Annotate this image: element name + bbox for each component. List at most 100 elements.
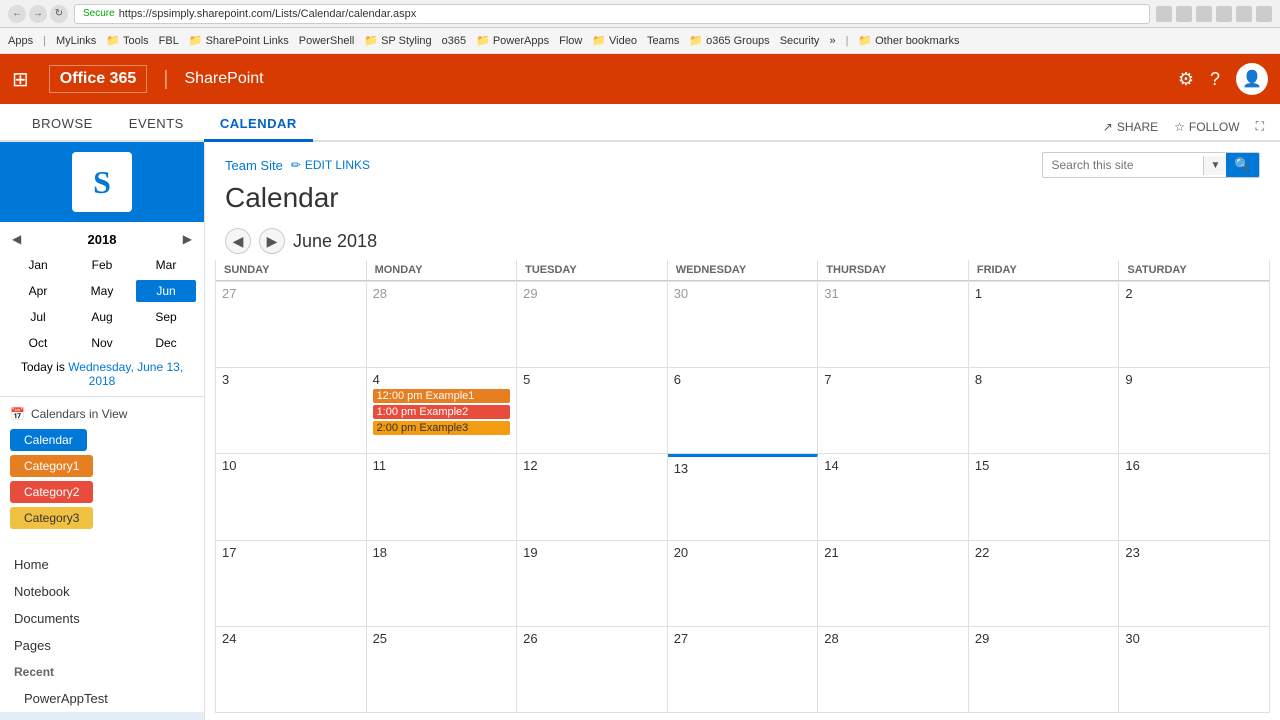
cal-cell-w0-d0[interactable]: 27 bbox=[216, 282, 367, 367]
cal-cell-w4-d2[interactable]: 26 bbox=[517, 627, 668, 712]
help-icon[interactable]: ? bbox=[1210, 69, 1220, 90]
cal-event-1-1-1[interactable]: 1:00 pm Example2 bbox=[373, 405, 511, 419]
cal-cell-w2-d0[interactable]: 10 bbox=[216, 454, 367, 539]
month-jul[interactable]: Jul bbox=[8, 306, 68, 328]
cal-cell-w0-d1[interactable]: 28 bbox=[367, 282, 518, 367]
forward-button[interactable]: → bbox=[29, 5, 47, 23]
cal-event-1-1-2[interactable]: 2:00 pm Example3 bbox=[373, 421, 511, 435]
month-sep[interactable]: Sep bbox=[136, 306, 196, 328]
follow-action[interactable]: ☆ FOLLOW bbox=[1174, 120, 1239, 134]
badge-category1[interactable]: Category1 bbox=[10, 455, 93, 477]
cal-cell-w3-d3[interactable]: 20 bbox=[668, 541, 819, 626]
focus-action[interactable]: ⛶ bbox=[1256, 119, 1264, 134]
search-input[interactable] bbox=[1043, 154, 1203, 176]
cal-event-1-1-0[interactable]: 12:00 pm Example1 bbox=[373, 389, 511, 403]
settings-icon[interactable]: ⚙ bbox=[1178, 69, 1194, 90]
cal-cell-w1-d4[interactable]: 7 bbox=[818, 368, 969, 453]
cal-cell-w3-d1[interactable]: 18 bbox=[367, 541, 518, 626]
month-jan[interactable]: Jan bbox=[8, 254, 68, 276]
bookmark-teams[interactable]: Teams bbox=[647, 35, 679, 47]
cal-cell-w3-d6[interactable]: 23 bbox=[1119, 541, 1270, 626]
bookmark-security[interactable]: Security bbox=[780, 35, 820, 47]
bookmark-powerapps[interactable]: PowerApps bbox=[476, 34, 549, 47]
tab-browse[interactable]: BROWSE bbox=[16, 108, 109, 142]
bookmark-more[interactable]: » bbox=[829, 35, 835, 47]
bookmark-o365[interactable]: o365 bbox=[442, 35, 466, 47]
search-box[interactable]: ▼ 🔍 bbox=[1042, 152, 1260, 178]
calendar-badge-2[interactable]: Category2 bbox=[10, 481, 194, 507]
cal-cell-w1-d0[interactable]: 3 bbox=[216, 368, 367, 453]
cal-cell-w0-d2[interactable]: 29 bbox=[517, 282, 668, 367]
address-bar[interactable]: Secure https://spsimply.sharepoint.com/L… bbox=[74, 4, 1150, 24]
cal-cell-w2-d2[interactable]: 12 bbox=[517, 454, 668, 539]
month-may[interactable]: May bbox=[72, 280, 132, 302]
nav-home[interactable]: Home bbox=[0, 551, 204, 578]
cal-next-button[interactable]: ▶ bbox=[259, 228, 285, 254]
badge-category2[interactable]: Category2 bbox=[10, 481, 93, 503]
bookmark-apps[interactable]: Apps bbox=[8, 35, 33, 47]
search-dropdown[interactable]: ▼ bbox=[1203, 156, 1226, 175]
edit-links[interactable]: ✏ EDIT LINKS bbox=[291, 158, 370, 172]
o365-app-name[interactable]: Office 365 bbox=[49, 65, 147, 93]
cal-cell-w2-d1[interactable]: 11 bbox=[367, 454, 518, 539]
cal-cell-w1-d2[interactable]: 5 bbox=[517, 368, 668, 453]
search-button[interactable]: 🔍 bbox=[1226, 153, 1259, 177]
month-mar[interactable]: Mar bbox=[136, 254, 196, 276]
cal-cell-w2-d4[interactable]: 14 bbox=[818, 454, 969, 539]
nav-calendar[interactable]: Calendar bbox=[0, 712, 204, 720]
cal-cell-w4-d5[interactable]: 29 bbox=[969, 627, 1120, 712]
cal-cell-w1-d1[interactable]: 412:00 pm Example11:00 pm Example22:00 p… bbox=[367, 368, 518, 453]
cal-cell-w3-d5[interactable]: 22 bbox=[969, 541, 1120, 626]
cal-cell-w2-d3[interactable]: 13 bbox=[668, 454, 819, 539]
back-button[interactable]: ← bbox=[8, 5, 26, 23]
badge-calendar[interactable]: Calendar bbox=[10, 429, 87, 451]
user-avatar[interactable]: 👤 bbox=[1236, 63, 1268, 95]
cal-cell-w1-d6[interactable]: 9 bbox=[1119, 368, 1270, 453]
tab-calendar[interactable]: CALENDAR bbox=[204, 108, 313, 142]
breadcrumb-team-site[interactable]: Team Site bbox=[225, 158, 283, 173]
cal-cell-w4-d6[interactable]: 30 bbox=[1119, 627, 1270, 712]
bookmark-tools[interactable]: Tools bbox=[106, 34, 148, 47]
month-dec[interactable]: Dec bbox=[136, 332, 196, 354]
cal-cell-w3-d4[interactable]: 21 bbox=[818, 541, 969, 626]
cal-cell-w1-d3[interactable]: 6 bbox=[668, 368, 819, 453]
cal-cell-w3-d0[interactable]: 17 bbox=[216, 541, 367, 626]
bookmark-powershell[interactable]: PowerShell bbox=[299, 35, 355, 47]
bookmark-other[interactable]: Other bookmarks bbox=[858, 34, 959, 47]
month-jun[interactable]: Jun bbox=[136, 280, 196, 302]
month-aug[interactable]: Aug bbox=[72, 306, 132, 328]
nav-notebook[interactable]: Notebook bbox=[0, 578, 204, 605]
browser-nav[interactable]: ← → ↻ bbox=[8, 5, 68, 23]
cal-cell-w4-d4[interactable]: 28 bbox=[818, 627, 969, 712]
month-nov[interactable]: Nov bbox=[72, 332, 132, 354]
calendar-badge-0[interactable]: Calendar bbox=[10, 429, 194, 455]
mini-cal-prev[interactable]: ◀ bbox=[8, 230, 25, 248]
cal-cell-w4-d3[interactable]: 27 bbox=[668, 627, 819, 712]
month-apr[interactable]: Apr bbox=[8, 280, 68, 302]
cal-cell-w3-d2[interactable]: 19 bbox=[517, 541, 668, 626]
bookmark-sharepoint-links[interactable]: SharePoint Links bbox=[189, 34, 289, 47]
share-action[interactable]: ↗ SHARE bbox=[1103, 120, 1158, 134]
reload-button[interactable]: ↻ bbox=[50, 5, 68, 23]
cal-cell-w0-d4[interactable]: 31 bbox=[818, 282, 969, 367]
cal-cell-w2-d5[interactable]: 15 bbox=[969, 454, 1120, 539]
nav-pages[interactable]: Pages bbox=[0, 632, 204, 659]
tab-events[interactable]: EVENTS bbox=[113, 108, 200, 142]
cal-cell-w1-d5[interactable]: 8 bbox=[969, 368, 1120, 453]
cal-prev-button[interactable]: ◀ bbox=[225, 228, 251, 254]
waffle-icon[interactable]: ⊞ bbox=[12, 67, 29, 92]
cal-cell-w4-d1[interactable]: 25 bbox=[367, 627, 518, 712]
bookmark-sp-styling[interactable]: SP Styling bbox=[364, 34, 431, 47]
badge-category3[interactable]: Category3 bbox=[10, 507, 93, 529]
cal-cell-w4-d0[interactable]: 24 bbox=[216, 627, 367, 712]
bookmark-flow[interactable]: Flow bbox=[559, 35, 582, 47]
bookmark-video[interactable]: Video bbox=[592, 34, 637, 47]
calendar-badge-3[interactable]: Category3 bbox=[10, 507, 194, 533]
today-link[interactable]: Wednesday, June 13, 2018 bbox=[68, 360, 183, 388]
bookmark-fbl[interactable]: FBL bbox=[159, 35, 179, 47]
mini-cal-next[interactable]: ▶ bbox=[179, 230, 196, 248]
cal-cell-w2-d6[interactable]: 16 bbox=[1119, 454, 1270, 539]
nav-documents[interactable]: Documents bbox=[0, 605, 204, 632]
month-oct[interactable]: Oct bbox=[8, 332, 68, 354]
bookmark-mylinks[interactable]: MyLinks bbox=[56, 35, 96, 47]
